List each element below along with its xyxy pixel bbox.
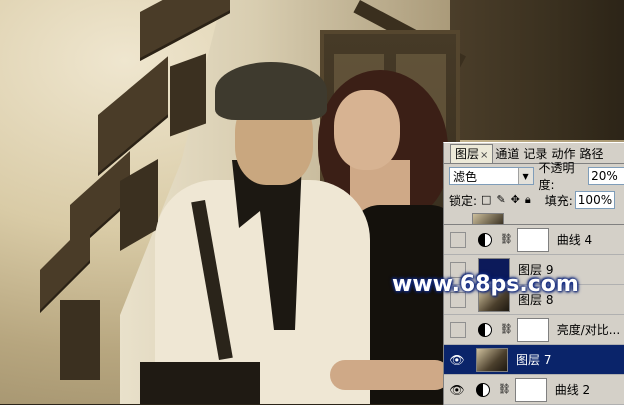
layer-mask-thumbnail[interactable]	[516, 317, 549, 342]
fill-input[interactable]: 100%	[574, 191, 615, 209]
layer-name: 曲线 4	[556, 233, 593, 247]
timber-wall	[450, 0, 624, 140]
layer-row[interactable]: ⛓ 曲线 4	[444, 225, 624, 255]
blend-mode-select[interactable]: 滤色 ▼	[449, 167, 534, 185]
eye-icon[interactable]: 👁︎	[449, 383, 464, 397]
layer-name: 亮度/对比...	[556, 323, 621, 337]
lock-all-icon[interactable]: 🔒︎	[525, 193, 531, 207]
fill-label: 填充:	[544, 193, 573, 208]
layer-mask-thumbnail[interactable]	[514, 377, 547, 402]
tab-layers-label: 图层	[455, 147, 480, 161]
woman-face	[334, 90, 400, 170]
link-icon: ⛓	[498, 384, 511, 395]
opacity-label: 不透明度:	[538, 161, 575, 192]
lock-move-icon[interactable]: ✥	[511, 193, 520, 207]
blend-mode-value: 滤色	[453, 169, 478, 184]
blend-row: 滤色 ▼ 不透明度: 20%	[444, 161, 624, 192]
close-icon[interactable]: ×	[480, 150, 488, 161]
building-window	[60, 300, 100, 380]
tab-channels[interactable]: 通道	[493, 145, 521, 163]
tab-layers[interactable]: 图层×	[450, 144, 494, 163]
layer-thumbnail	[472, 212, 504, 225]
lock-brush-icon[interactable]: ✎	[496, 193, 505, 207]
lock-row: 锁定: □ ✎ ✥ 🔒︎ 填充: 100%	[444, 188, 624, 212]
link-icon: ⛓	[500, 324, 513, 335]
adjustment-layer-icon	[476, 382, 490, 397]
woman-arm	[330, 360, 450, 390]
panel-tabs: 图层× 通道 记录 动作 路径	[444, 143, 624, 164]
chevron-down-icon[interactable]: ▼	[517, 168, 533, 184]
lock-label: 锁定:	[449, 193, 478, 208]
layer-row[interactable]: 👁︎ ⛓ 曲线 2	[444, 375, 624, 405]
layer-name: 曲线 2	[554, 383, 591, 397]
adjustment-layer-icon	[478, 232, 492, 247]
layer-row-selected[interactable]: 👁︎ 图层 7	[444, 345, 624, 375]
layer-thumbnail[interactable]	[476, 347, 508, 372]
building-window	[170, 53, 206, 137]
man-flat-cap	[215, 62, 327, 120]
lock-transparent-icon[interactable]: □	[481, 193, 491, 207]
layer-row-partial	[444, 212, 624, 225]
watermark: www.68ps.com	[392, 272, 579, 297]
layer-name: 图层 7	[516, 353, 552, 367]
adjustment-layer-icon	[478, 322, 492, 337]
lock-icons: □ ✎ ✥ 🔒︎	[481, 193, 531, 207]
man-pants	[140, 362, 260, 404]
link-icon: ⛓	[500, 234, 513, 245]
eye-icon[interactable]: 👁︎	[449, 353, 464, 367]
layer-mask-thumbnail[interactable]	[516, 227, 549, 252]
opacity-input[interactable]: 20%	[588, 167, 624, 185]
visibility-toggle[interactable]	[450, 231, 466, 248]
layer-row[interactable]: ⛓ 亮度/对比...	[444, 315, 624, 345]
layer-list: ⛓ 曲线 4 图层 9 图层 8 ⛓ 亮度/对比... 👁︎ 图层 7 👁︎ ⛓…	[444, 212, 624, 405]
visibility-toggle[interactable]	[450, 321, 466, 338]
